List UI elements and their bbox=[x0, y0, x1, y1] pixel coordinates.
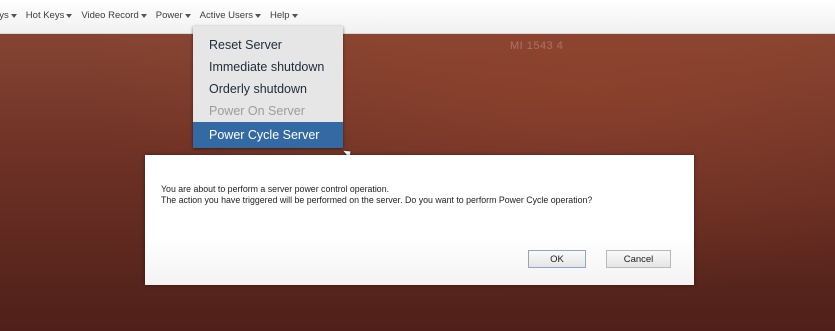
confirm-dialog: You are about to perform a server power … bbox=[145, 155, 694, 285]
desktop-watermark: MI 1543 4 bbox=[510, 40, 564, 52]
chevron-down-icon bbox=[184, 13, 191, 18]
menu-active-users-label: Active Users bbox=[199, 10, 253, 21]
menu-option-immediate-shutdown[interactable]: Immediate shutdown bbox=[193, 56, 343, 78]
menu-option-orderly-shutdown[interactable]: Orderly shutdown bbox=[193, 78, 343, 100]
chevron-down-icon bbox=[291, 13, 298, 18]
menu-keys[interactable]: eys bbox=[0, 10, 17, 21]
chevron-down-icon bbox=[140, 13, 147, 18]
menu-power[interactable]: Power bbox=[156, 10, 191, 21]
dialog-message: You are about to perform a server power … bbox=[161, 184, 686, 206]
menu-hot-keys[interactable]: Hot Keys bbox=[26, 10, 73, 21]
chevron-down-icon bbox=[10, 13, 17, 18]
menu-help[interactable]: Help bbox=[270, 10, 298, 21]
dialog-message-line-2: The action you have triggered will be pe… bbox=[161, 195, 593, 205]
menu-option-power-cycle-server[interactable]: Power Cycle Server bbox=[193, 122, 343, 148]
menu-active-users[interactable]: Active Users bbox=[200, 10, 261, 21]
menu-bar: eys Hot Keys Video Record Power Active U… bbox=[0, 0, 835, 34]
cancel-button[interactable]: Cancel bbox=[606, 250, 671, 268]
menu-video-record[interactable]: Video Record bbox=[81, 10, 147, 21]
menu-help-label: Help bbox=[270, 10, 290, 21]
remote-console-window: MI 1543 4 eys Hot Keys Video Record Powe… bbox=[0, 0, 835, 331]
power-dropdown-menu: Reset Server Immediate shutdown Orderly … bbox=[193, 26, 343, 148]
menu-power-label: Power bbox=[155, 10, 183, 21]
dialog-message-line-1: You are about to perform a server power … bbox=[161, 184, 390, 194]
chevron-down-icon bbox=[66, 13, 73, 18]
ok-button[interactable]: OK bbox=[528, 250, 586, 268]
chevron-down-icon bbox=[255, 13, 261, 18]
menu-hot-keys-label: Hot Keys bbox=[25, 10, 65, 21]
menu-option-reset-server[interactable]: Reset Server bbox=[193, 34, 343, 56]
menu-option-power-on-server: Power On Server bbox=[209, 104, 305, 118]
menu-video-record-label: Video Record bbox=[81, 10, 139, 21]
menu-keys-label: eys bbox=[0, 10, 9, 21]
